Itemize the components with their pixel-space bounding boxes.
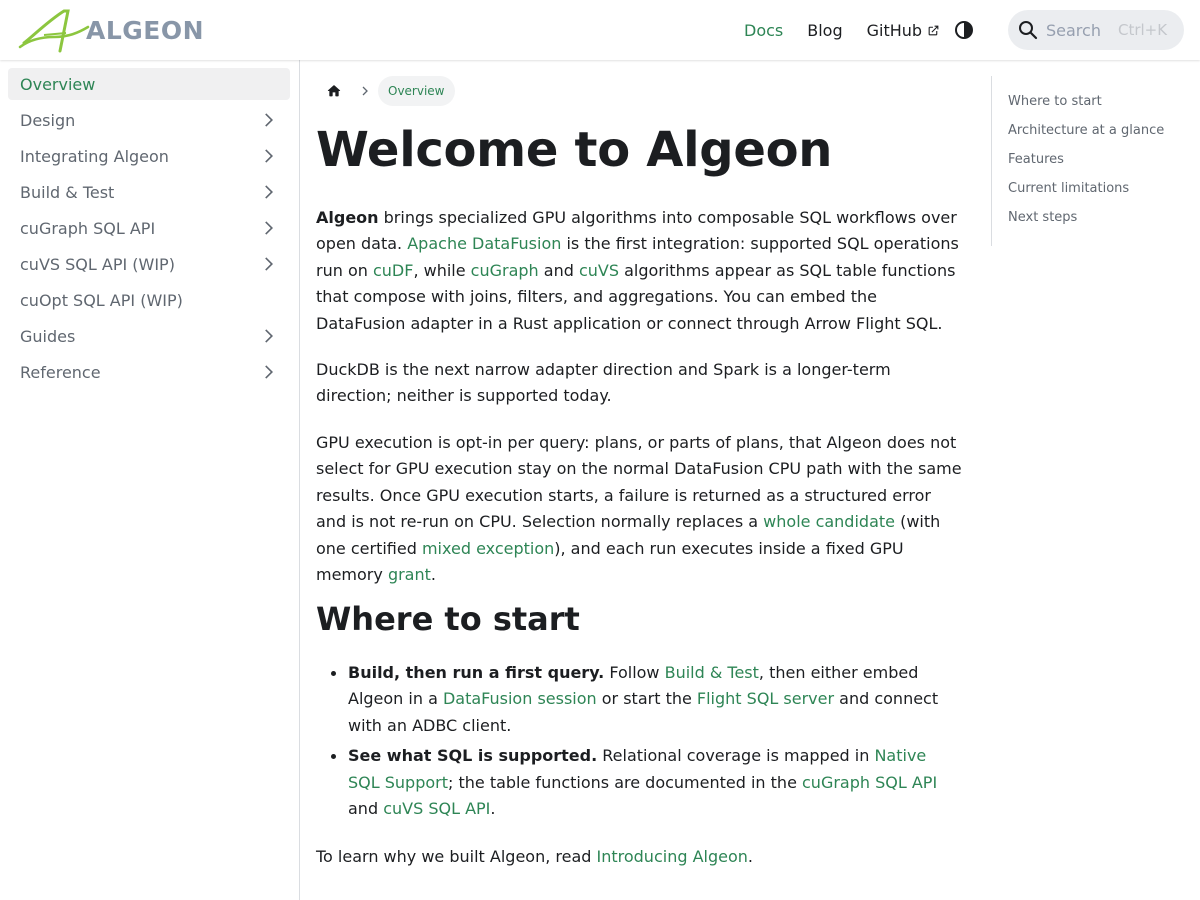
sidebar-item-label: Build & Test [20, 182, 115, 202]
search-placeholder: Search [1046, 20, 1101, 40]
toc-item-architecture[interactable]: Architecture at a glance [1008, 123, 1164, 138]
where-to-start-list: Build, then run a first query. Follow Bu… [316, 660, 962, 826]
duckdb-paragraph: DuckDB is the next narrow adapter direct… [316, 360, 891, 406]
chevron-right-icon[interactable] [258, 146, 278, 166]
sidebar-item-label: Integrating Algeon [20, 146, 169, 166]
sidebar-item-design[interactable]: Design [8, 104, 290, 136]
page-title: Welcome to Algeon [316, 122, 833, 178]
search-input[interactable]: Search Ctrl+K [1008, 10, 1184, 50]
grant-link[interactable]: grant [388, 565, 431, 584]
nav-github-label: GitHub [866, 20, 923, 40]
cudf-link[interactable]: cuDF [373, 261, 413, 280]
build-test-link[interactable]: Build & Test [665, 663, 759, 682]
breadcrumb: Overview [316, 76, 455, 106]
text: To learn why we built Algeon, read [316, 847, 597, 866]
table-of-contents: Where to start Architecture at a glance … [991, 76, 1181, 246]
text: or start the [596, 689, 697, 709]
text: and [538, 260, 579, 280]
cuvs-link[interactable]: cuVS [579, 261, 619, 280]
sidebar-item-guides[interactable]: Guides [8, 320, 290, 352]
sidebar-item-cuvs-sql-api[interactable]: cuVS SQL API (WIP) [8, 248, 290, 280]
mixed-exception-link[interactable]: mixed exception [422, 539, 554, 558]
text: , while [413, 260, 471, 280]
chevron-right-icon[interactable] [258, 182, 278, 202]
text: . [747, 847, 753, 866]
external-link-icon [927, 24, 940, 37]
introducing-algeon-link[interactable]: Introducing Algeon [597, 847, 748, 866]
contrast-icon [955, 21, 973, 39]
nav-github-link[interactable]: GitHub [867, 21, 940, 40]
search-icon [1019, 21, 1038, 40]
bold-text: Build, then run a first query. [348, 663, 605, 682]
theme-toggle-button[interactable] [952, 18, 976, 42]
sidebar-item-integrating-algeon[interactable]: Integrating Algeon [8, 140, 290, 172]
list-item: Build, then run a first query. Follow Bu… [316, 660, 962, 739]
chevron-right-icon[interactable] [258, 362, 278, 382]
brand-logo[interactable]: ALGEON [18, 7, 204, 53]
sidebar-item-reference[interactable]: Reference [8, 356, 290, 388]
nav-blog-link[interactable]: Blog [807, 21, 842, 40]
sidebar-item-label: Design [20, 110, 76, 130]
text: Follow [604, 663, 665, 682]
toc-item-next-steps[interactable]: Next steps [1008, 210, 1077, 225]
algeon-logo-mark-icon [18, 9, 90, 53]
text: and [348, 799, 384, 819]
home-icon [327, 85, 341, 97]
cugraph-link[interactable]: cuGraph [471, 261, 539, 280]
breadcrumb-separator-icon [352, 85, 378, 97]
sidebar-item-label: cuGraph SQL API [20, 218, 156, 238]
text: ; the table functions are documented in … [448, 772, 802, 792]
toc-item-current-limitations[interactable]: Current limitations [1008, 181, 1129, 196]
sidebar-item-label: Reference [20, 362, 101, 382]
search-shortcut: Ctrl+K [1117, 21, 1168, 39]
sidebar-item-label: cuVS SQL API (WIP) [20, 254, 175, 274]
top-navbar: ALGEON Docs Blog GitHub Search Ctrl+K [0, 0, 1200, 60]
docs-sidebar: Overview Design Integrating Algeon Build… [0, 60, 300, 900]
text: . [490, 799, 496, 819]
chevron-right-icon[interactable] [258, 218, 278, 238]
chevron-right-icon[interactable] [258, 254, 278, 274]
sidebar-item-overview[interactable]: Overview [8, 68, 290, 100]
cuvs-sql-api-link[interactable]: cuVS SQL API [383, 799, 490, 818]
breadcrumb-current: Overview [378, 76, 455, 106]
flight-sql-server-link[interactable]: Flight SQL server [697, 689, 834, 708]
sidebar-item-cuopt-sql-api[interactable]: cuOpt SQL API (WIP) [8, 284, 290, 316]
intro-paragraph: Algeon brings specialized GPU algorithms… [316, 205, 962, 337]
toc-item-where-to-start[interactable]: Where to start [1008, 94, 1102, 109]
top-nav-links: Docs Blog GitHub [744, 0, 964, 60]
cugraph-sql-api-link[interactable]: cuGraph SQL API [802, 773, 937, 792]
gpu-execution-paragraph: GPU execution is opt-in per query: plans… [316, 430, 962, 588]
sidebar-item-label: Overview [20, 74, 96, 94]
section-heading-where-to-start: Where to start [316, 600, 580, 638]
sidebar-item-build-test[interactable]: Build & Test [8, 176, 290, 208]
nav-docs-link[interactable]: Docs [744, 21, 783, 40]
closing-paragraph: To learn why we built Algeon, read Intro… [316, 844, 962, 870]
datafusion-session-link[interactable]: DataFusion session [443, 689, 597, 708]
bold-text: Algeon [316, 208, 379, 227]
text: Relational coverage is mapped in [597, 746, 875, 766]
chevron-right-icon[interactable] [258, 326, 278, 346]
chevron-right-icon[interactable] [258, 110, 278, 130]
text: . [430, 565, 436, 585]
breadcrumb-home-link[interactable] [316, 76, 352, 106]
bold-text: See what SQL is supported. [348, 746, 598, 766]
list-item: See what SQL is supported. Relational co… [316, 743, 962, 822]
toc-item-features[interactable]: Features [1008, 152, 1064, 167]
brand-name: ALGEON [86, 15, 205, 45]
sidebar-item-label: cuOpt SQL API (WIP) [20, 290, 183, 310]
whole-candidate-link[interactable]: whole candidate [763, 512, 895, 531]
sidebar-item-label: Guides [20, 326, 76, 346]
apache-datafusion-link[interactable]: Apache DataFusion [407, 234, 561, 253]
sidebar-item-cugraph-sql-api[interactable]: cuGraph SQL API [8, 212, 290, 244]
